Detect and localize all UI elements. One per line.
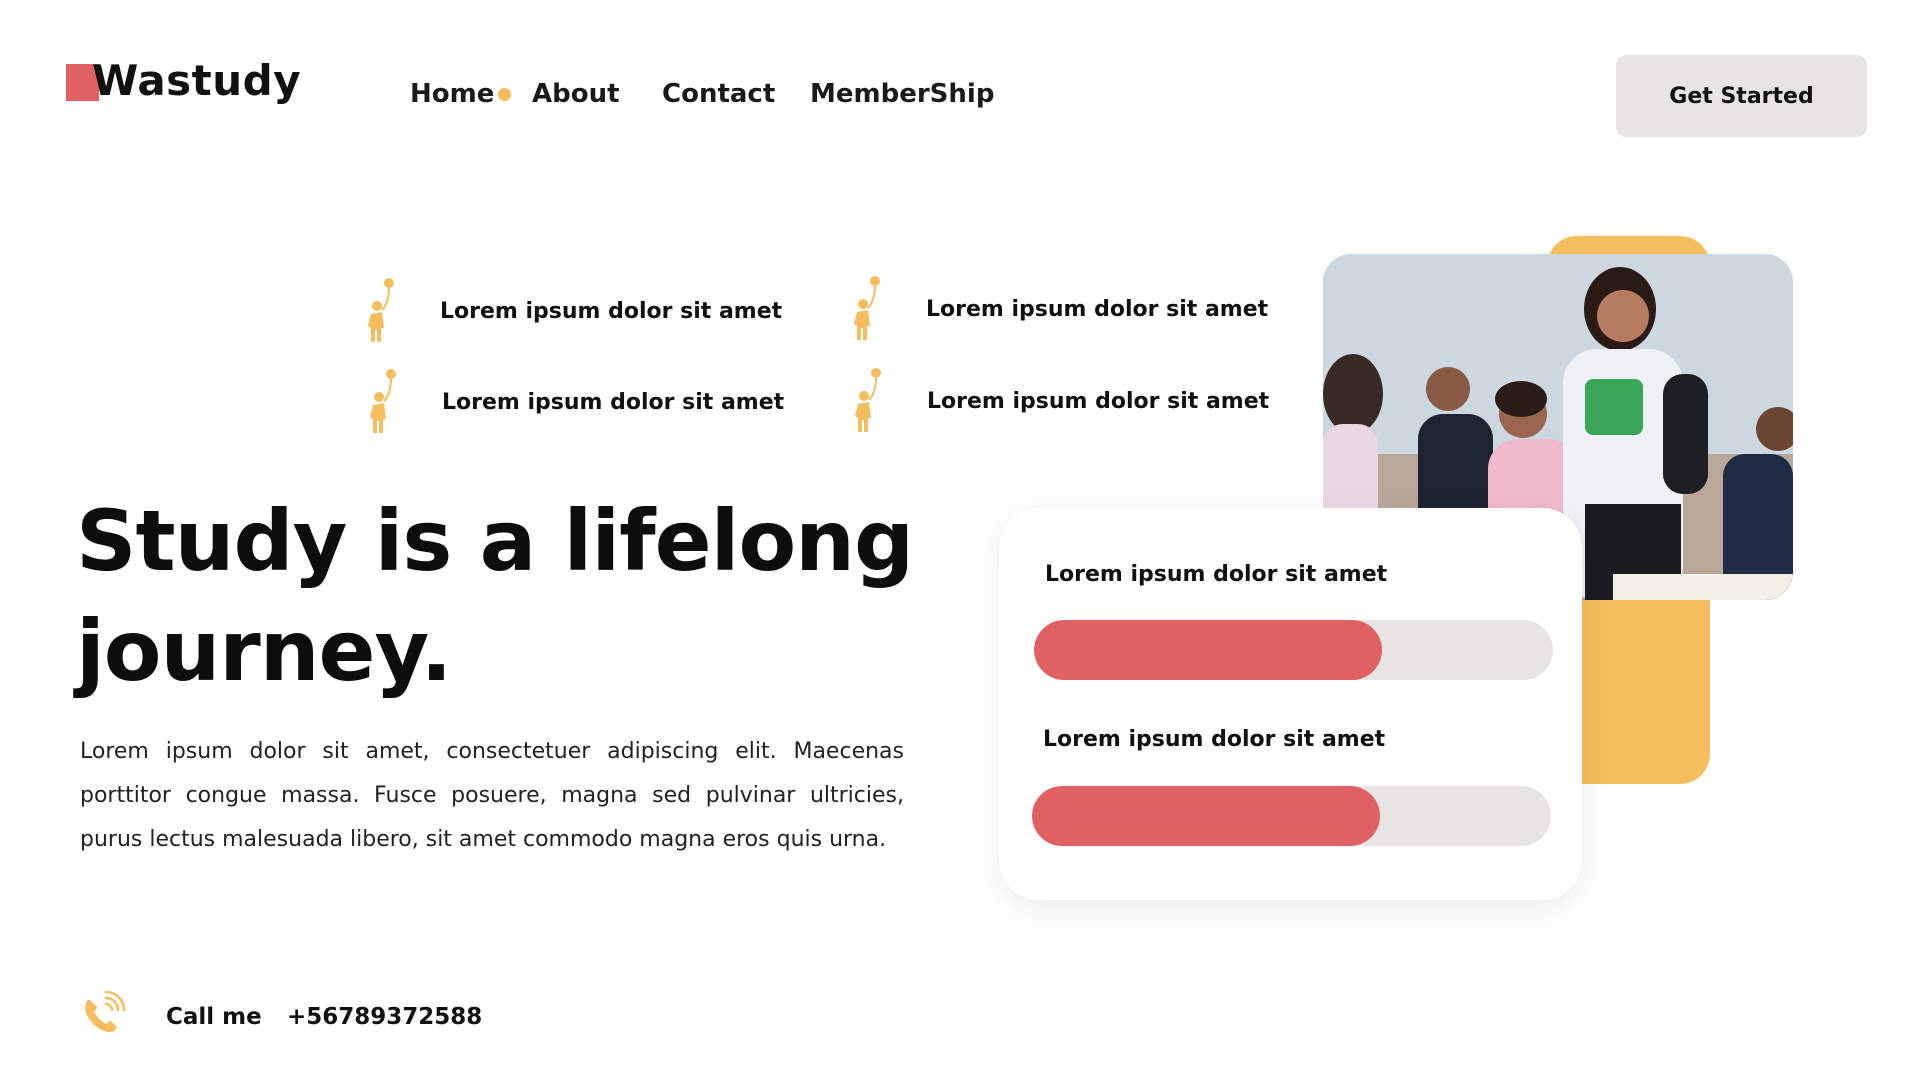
feature-label: Lorem ipsum dolor sit amet <box>440 299 783 324</box>
nav-about[interactable]: About <box>532 74 620 114</box>
nav-home[interactable]: Home <box>410 74 494 114</box>
phone-number-link[interactable]: +56789372588 <box>287 1004 482 1030</box>
progress-fill <box>1034 620 1382 680</box>
feature-label: Lorem ipsum dolor sit amet <box>926 297 1269 322</box>
feature-label: Lorem ipsum dolor sit amet <box>442 390 785 415</box>
nav-active-dot <box>498 88 511 101</box>
person-balloon-icon <box>855 368 881 432</box>
progress-label: Lorem ipsum dolor sit amet <box>1043 727 1386 752</box>
get-started-button[interactable]: Get Started <box>1616 55 1867 137</box>
logo-text: Wastudy <box>92 56 302 105</box>
call-me-label: Call me <box>166 1004 262 1030</box>
feature-label: Lorem ipsum dolor sit amet <box>927 389 1270 414</box>
progress-bar <box>1034 620 1553 680</box>
phone-icon[interactable] <box>78 990 126 1038</box>
nav-contact[interactable]: Contact <box>662 74 775 114</box>
progress-fill <box>1032 786 1380 846</box>
progress-label: Lorem ipsum dolor sit amet <box>1045 562 1388 587</box>
hero-title-line2: journey. <box>76 602 452 700</box>
hero-description: Lorem ipsum dolor sit amet, consectetuer… <box>80 739 904 852</box>
progress-card: Lorem ipsum dolor sit amet Lorem ipsum d… <box>999 508 1582 900</box>
nav-membership[interactable]: MemberShip <box>810 74 994 114</box>
person-balloon-icon <box>370 369 396 433</box>
hero-title-line1: Study is a lifelong <box>76 492 914 590</box>
progress-bar <box>1032 786 1551 846</box>
person-balloon-icon <box>854 276 880 340</box>
hero-title: Study is a lifelong journey. <box>76 486 956 706</box>
person-balloon-icon <box>368 278 394 342</box>
